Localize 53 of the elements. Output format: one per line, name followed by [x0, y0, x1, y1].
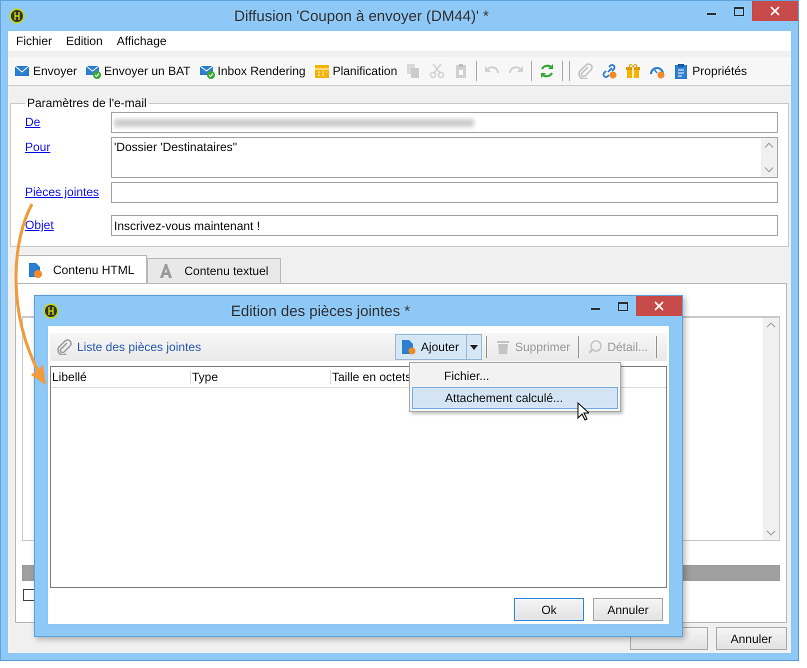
- list-title: Liste des pièces jointes: [77, 340, 202, 354]
- menu-item[interactable]: Edition: [60, 34, 109, 48]
- refresh-icon[interactable]: [539, 63, 556, 79]
- add-button[interactable]: Ajouter: [394, 334, 482, 360]
- mouse-pointer-icon: [577, 402, 589, 421]
- toolbar-button[interactable]: Envoyer un BAT: [81, 63, 195, 79]
- ok-button[interactable]: Ok: [514, 598, 584, 621]
- close-button[interactable]: [752, 1, 798, 21]
- window-title: Diffusion 'Coupon à envoyer (DM44)' *: [233, 8, 490, 24]
- envelope-icon: [14, 63, 30, 79]
- tab[interactable]: Contenu textuel: [147, 258, 282, 283]
- tab[interactable]: Contenu HTML: [16, 255, 148, 283]
- caret-icon[interactable]: [470, 344, 478, 350]
- input-field[interactable]: [111, 112, 778, 133]
- search-icon: [587, 339, 604, 355]
- toolbar-button[interactable]: Inbox Rendering: [194, 63, 310, 79]
- menu-item[interactable]: Fichier: [10, 34, 58, 48]
- app-logo-icon: [9, 8, 25, 24]
- calendar-icon: [314, 63, 330, 79]
- field-link[interactable]: Objet: [25, 218, 54, 232]
- close-icon: [770, 6, 780, 16]
- app-logo-icon: [43, 303, 59, 319]
- field-link[interactable]: Pour: [25, 140, 50, 154]
- field-link[interactable]: Pièces jointes: [25, 185, 100, 199]
- field-link[interactable]: De: [25, 115, 40, 129]
- dialog-title: Edition des pièces jointes *: [230, 302, 412, 320]
- column-header[interactable]: Type: [192, 370, 218, 384]
- envelope-check-icon: [198, 63, 215, 79]
- letter-a-icon: [158, 263, 174, 279]
- toolbar-button[interactable]: Planification: [310, 63, 402, 79]
- menu-item[interactable]: Affichage: [110, 34, 173, 48]
- menu-item[interactable]: Attachement calculé...: [412, 387, 618, 409]
- input-field[interactable]: 'Dossier 'Destinataires'': [111, 137, 778, 178]
- clipboard-icon: [673, 63, 690, 79]
- toolbar-button[interactable]: Envoyer: [10, 63, 82, 79]
- input-field[interactable]: [111, 182, 778, 203]
- column-header[interactable]: Libellé: [52, 370, 87, 384]
- envelope-check-icon: [85, 63, 102, 79]
- gift-icon[interactable]: [625, 63, 642, 79]
- menu-item[interactable]: Fichier...: [412, 365, 618, 387]
- checkbox[interactable]: [23, 589, 35, 601]
- cancel-button[interactable]: Annuler: [593, 598, 663, 621]
- cancel-button[interactable]: Annuler: [716, 627, 787, 650]
- trash-icon: [494, 339, 511, 355]
- scrollbar[interactable]: [763, 318, 779, 540]
- group-title: Paramètres de l'e-mail: [26, 96, 148, 110]
- chain-link-icon[interactable]: [601, 63, 618, 79]
- close-icon: [654, 301, 664, 311]
- close-button[interactable]: [636, 296, 682, 316]
- paperclip-icon: [56, 339, 72, 355]
- toolbar-button[interactable]: Propriétés: [669, 63, 751, 79]
- scrollbar[interactable]: [761, 138, 777, 177]
- input-field[interactable]: Inscrivez-vous maintenant !: [111, 215, 778, 236]
